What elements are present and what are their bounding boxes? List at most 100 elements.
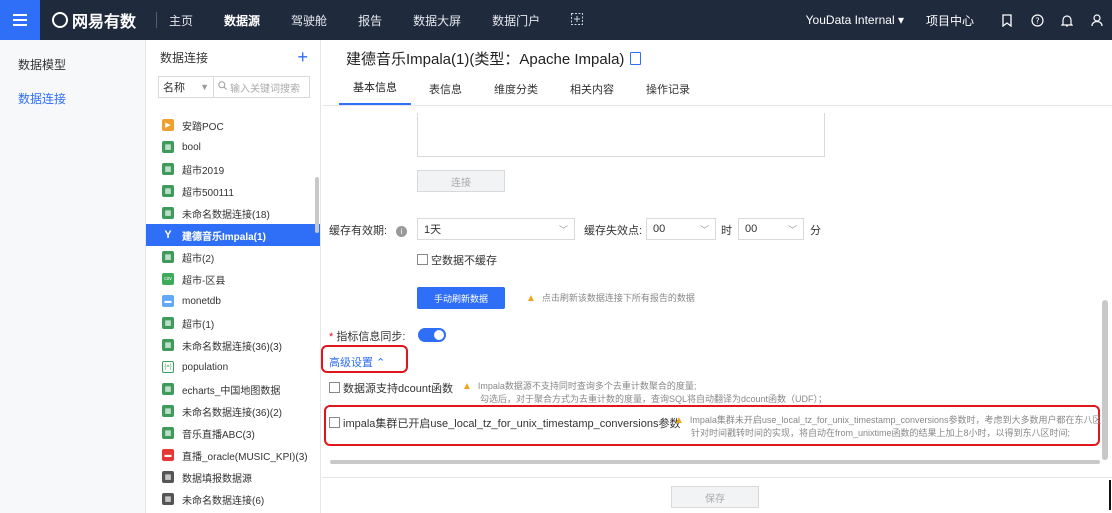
warning-icon: ▲: [674, 415, 684, 426]
tab-bar: 基本信息 表信息 维度分类 相关内容 操作记录: [322, 78, 1112, 106]
user-menu[interactable]: YouData Internal ▾: [806, 13, 904, 27]
info-icon[interactable]: i: [396, 226, 408, 237]
tab-operation-log[interactable]: 操作记录: [632, 81, 704, 105]
nav-data-connection[interactable]: 数据连接: [0, 82, 145, 116]
main-content: 建德音乐Impala(1)(类型：Apache Impala) 基本信息 表信息…: [321, 40, 1112, 513]
connection-item[interactable]: ▦ 超市(1): [146, 312, 320, 334]
refresh-button[interactable]: 手动刷新数据: [417, 287, 505, 309]
chevron-down-icon: ﹀: [787, 224, 797, 235]
minute-unit: 分: [810, 225, 821, 237]
horizontal-scrollbar[interactable]: [330, 460, 1100, 464]
connection-item-label: 超市2019: [182, 165, 225, 177]
timezone-checkbox[interactable]: impala集群已开启use_local_tz_for_unix_timesta…: [329, 415, 680, 431]
connection-item-label: bool: [182, 141, 201, 153]
search-input[interactable]: 输入关键词搜索: [214, 76, 310, 98]
nav-datasource[interactable]: 数据源: [224, 12, 260, 29]
connection-item[interactable]: {=} population: [146, 356, 320, 378]
text-cursor: [1109, 480, 1111, 510]
save-button[interactable]: 保存: [671, 486, 759, 508]
empty-no-cache-checkbox[interactable]: 空数据不缓存: [417, 252, 497, 268]
search-icon: [218, 81, 227, 93]
add-connection-button[interactable]: +: [297, 47, 308, 68]
datasource-icon: ▦: [162, 141, 174, 153]
connection-item-label: 直播_oracle(MUSIC_KPI)(3): [182, 451, 308, 463]
footer: 保存: [322, 477, 1112, 513]
nav-bigscreen[interactable]: 数据大屏: [413, 12, 461, 29]
connection-item[interactable]: ▬ monetdb: [146, 290, 320, 312]
cache-duration-select[interactable]: 1天 ﹀: [417, 218, 575, 240]
checkbox-icon[interactable]: [329, 417, 340, 428]
list-scrollbar[interactable]: [315, 177, 319, 233]
project-center-link[interactable]: 项目中心: [926, 12, 974, 29]
nav-data-model[interactable]: 数据模型: [0, 48, 145, 82]
timezone-note: ▲ Impala集群未开启use_local_tz_for_unix_timest…: [674, 415, 1111, 438]
sql-textarea[interactable]: [417, 113, 825, 157]
nav-portal[interactable]: 数据门户: [492, 12, 540, 29]
bookmark-icon[interactable]: [992, 13, 1022, 27]
tab-basic-info[interactable]: 基本信息: [339, 79, 411, 105]
connection-item-label: 超市(1): [182, 319, 215, 331]
connection-list: ▶ 安踏POC ▦ bool ▦ 超市2019 ▦ 超市500111 ▦ 未命名数据连接(18) Y…: [146, 114, 320, 510]
connection-item[interactable]: ▦ 未命名数据连接(18): [146, 202, 320, 224]
tab-related[interactable]: 相关内容: [556, 81, 628, 105]
connection-item-label: population: [182, 361, 229, 373]
connection-item[interactable]: ▦ 超市2019: [146, 158, 320, 180]
connection-item[interactable]: ▬ 直播_oracle(MUSIC_KPI)(3): [146, 444, 320, 466]
connection-item-label: 音乐直播ABC(3): [182, 429, 255, 441]
hour-select[interactable]: 00 ﹀: [646, 218, 716, 240]
svg-text:?: ?: [1035, 16, 1039, 25]
nav-report[interactable]: 报告: [358, 12, 382, 29]
vertical-scrollbar[interactable]: [1102, 300, 1108, 460]
user-icon[interactable]: [1082, 13, 1112, 27]
datasource-icon: ▦: [162, 405, 174, 417]
connection-item[interactable]: ▦ 未命名数据连接(36)(3): [146, 334, 320, 356]
connection-item-label: 超市500111: [182, 187, 234, 199]
help-icon[interactable]: ?: [1022, 13, 1052, 27]
checkbox-icon[interactable]: [329, 382, 340, 393]
datasource-icon: ▦: [162, 493, 174, 505]
connection-item[interactable]: ▦ 未命名数据连接(6): [146, 488, 320, 510]
connection-item[interactable]: ▶ 安踏POC: [146, 114, 320, 136]
connection-item[interactable]: ▦ 数据填报数据源: [146, 466, 320, 488]
warning-icon: ▲: [462, 381, 472, 392]
connection-item-label: echarts_中国地图数据: [182, 385, 281, 397]
connection-item-label: 超市-区县: [182, 275, 226, 287]
dcount-checkbox[interactable]: 数据源支持dcount函数: [329, 380, 453, 396]
chevron-down-icon: ﹀: [558, 224, 568, 235]
connection-item-label: 建德音乐Impala(1): [182, 231, 266, 243]
document-icon[interactable]: [630, 52, 642, 65]
connection-item[interactable]: ▦ 未命名数据连接(36)(2): [146, 400, 320, 422]
dcount-note: ▲ Impala数据源不支持同时查询多个去重计数聚合的度量; 勾选后，对于聚合方式…: [462, 381, 828, 404]
chevron-down-icon: ﹀: [699, 224, 709, 235]
connection-item-label: 未命名数据连接(18): [182, 209, 270, 221]
connection-item[interactable]: ▦ 音乐直播ABC(3): [146, 422, 320, 444]
brand[interactable]: 网易有数: [52, 8, 136, 32]
connection-item[interactable]: Y 建德音乐Impala(1): [146, 224, 320, 246]
connect-button[interactable]: 连接: [417, 170, 505, 192]
connection-item[interactable]: ▦ echarts_中国地图数据: [146, 378, 320, 400]
filter-select[interactable]: 名称 ▼: [158, 76, 214, 98]
advanced-settings-toggle[interactable]: 高级设置 ⌃: [329, 354, 385, 370]
tab-dimension[interactable]: 维度分类: [480, 81, 552, 105]
datasource-icon: ▦: [162, 207, 174, 219]
warning-icon: ▲: [526, 293, 536, 304]
connection-item[interactable]: csv 超市-区县: [146, 268, 320, 290]
checkbox-icon[interactable]: [417, 254, 428, 265]
connection-item[interactable]: ▦ bool: [146, 136, 320, 158]
top-bar: 网易有数 主页 数据源 驾驶舱 报告 数据大屏 数据门户 YouData Int…: [0, 0, 1112, 40]
nav-expand-icon[interactable]: [571, 12, 584, 28]
connection-item-label: 数据填报数据源: [182, 473, 252, 485]
datasource-icon: ▦: [162, 251, 174, 263]
nav-home[interactable]: 主页: [169, 12, 193, 29]
connection-item[interactable]: ▦ 超市500111: [146, 180, 320, 202]
menu-icon[interactable]: [0, 0, 40, 40]
nav-cockpit[interactable]: 驾驶舱: [291, 12, 327, 29]
datasource-icon: ▦: [162, 383, 174, 395]
bell-icon[interactable]: [1052, 14, 1082, 27]
tab-table-info[interactable]: 表信息: [415, 81, 476, 105]
sync-toggle[interactable]: [418, 328, 446, 342]
connection-item-label: 安踏POC: [182, 121, 224, 133]
minute-select[interactable]: 00 ﹀: [738, 218, 804, 240]
datasource-icon: ▦: [162, 471, 174, 483]
connection-item[interactable]: ▦ 超市(2): [146, 246, 320, 268]
